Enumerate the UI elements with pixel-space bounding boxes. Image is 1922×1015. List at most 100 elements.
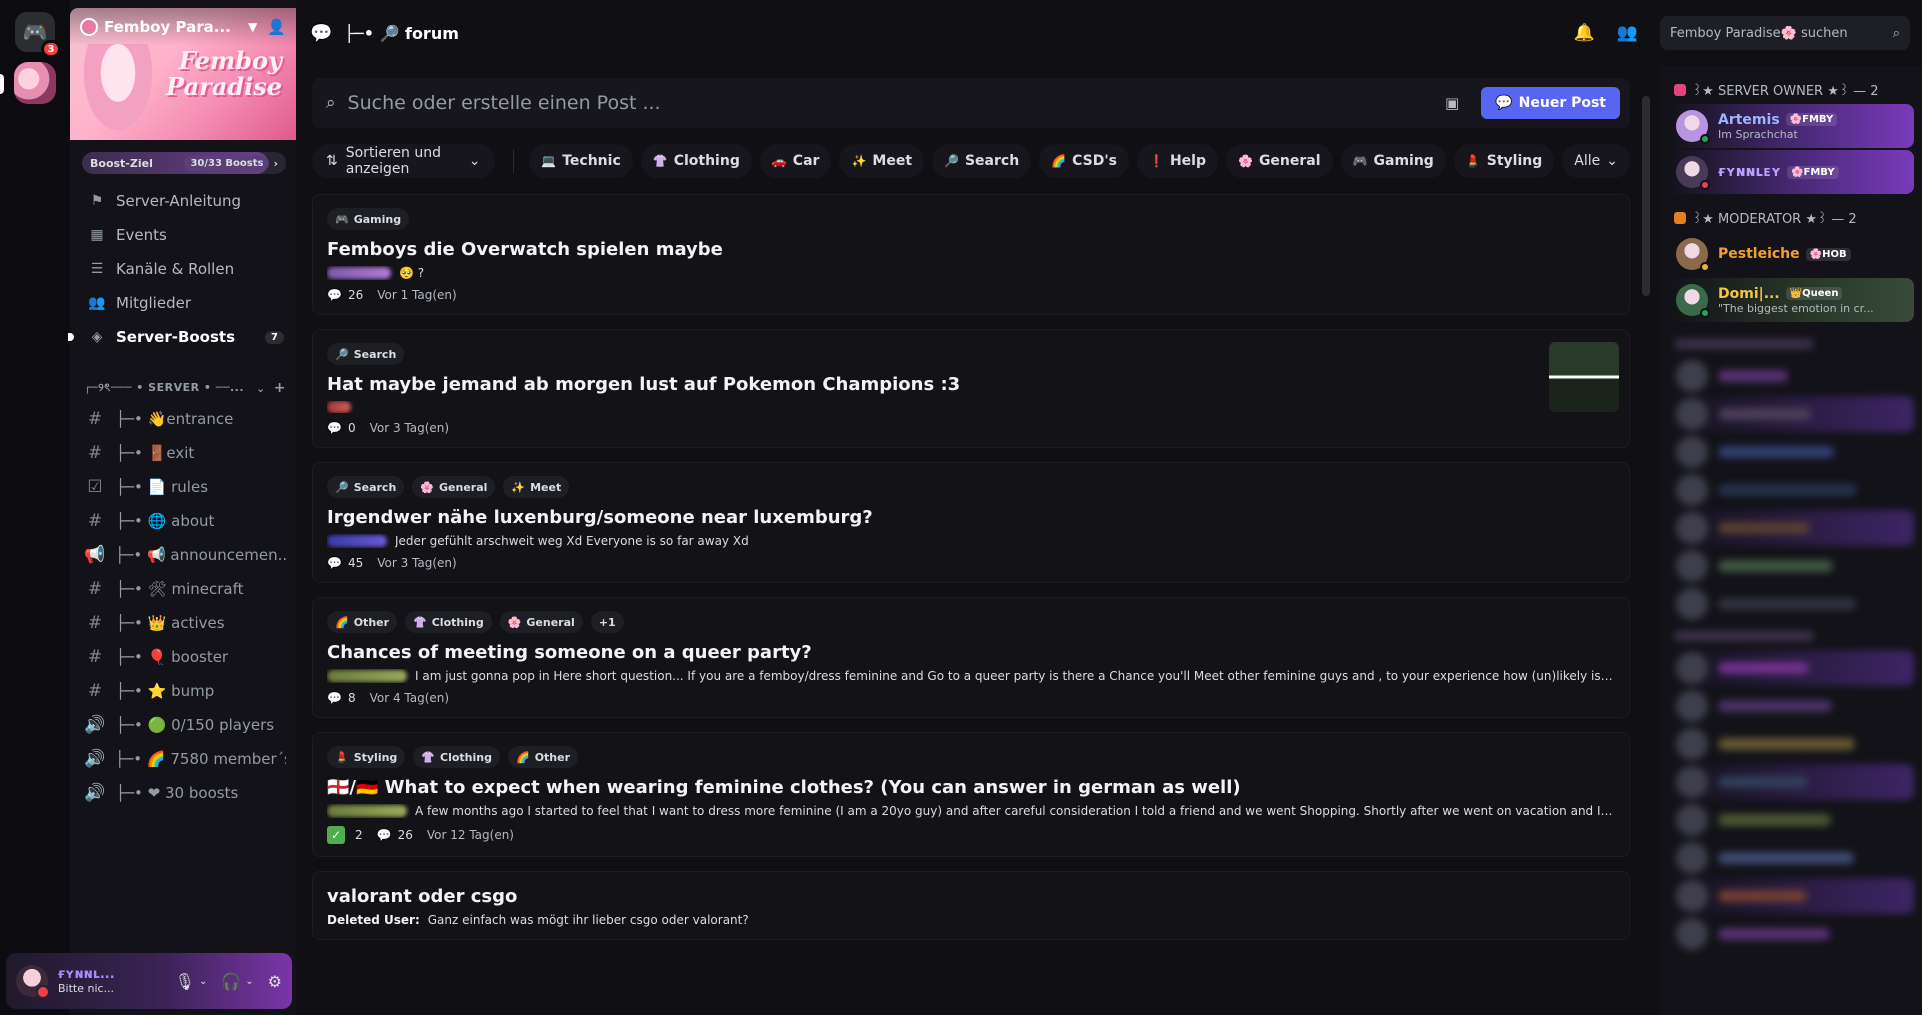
obscured-member[interactable]	[1668, 764, 1914, 800]
channel-item[interactable]: # ├─• 🎈 booster	[70, 640, 296, 674]
scrollbar-thumb[interactable]	[1642, 96, 1650, 296]
filter-tag-search[interactable]: 🔎 Search	[932, 144, 1032, 178]
boost-goal-bar[interactable]: Boost-Ziel 30/33 Boosts ›	[82, 152, 286, 174]
nav-server-boosts[interactable]: ◈ Server-Boosts 7	[68, 320, 296, 354]
new-post-button[interactable]: 💬 Neuer Post	[1481, 87, 1620, 119]
obscured-member[interactable]	[1668, 586, 1914, 622]
post-title[interactable]: 🏴󠁧󠁢󠁥󠁮󠁧󠁿/🇩🇪 What to expect when wearing f…	[327, 777, 1615, 798]
forum-post[interactable]: 🎮 Gaming Femboys die Overwatch spielen may…	[312, 194, 1630, 315]
user-avatar[interactable]	[16, 965, 50, 999]
obscured-member[interactable]	[1668, 726, 1914, 762]
member-avatar[interactable]	[1676, 284, 1710, 318]
post-title[interactable]: valorant oder csgo	[327, 886, 1615, 907]
server-icon-femboy-paradise[interactable]	[0, 62, 56, 104]
filter-tag-help[interactable]: ❗ Help	[1136, 144, 1218, 178]
obscured-member[interactable]	[1668, 548, 1914, 584]
bell-icon[interactable]: 🔔	[1574, 23, 1595, 43]
direct-messages-button[interactable]: 🎮 3	[15, 12, 61, 58]
forum-post[interactable]: 💄 Styling 👚 Clothing 🌈 Other 🏴󠁧󠁢󠁥󠁮󠁧󠁿/🇩🇪 What t…	[312, 732, 1630, 857]
user-identity[interactable]: ғʏɴɴʟ... Bitte nic...	[58, 967, 138, 995]
reaction[interactable]: ✓ 2	[327, 826, 363, 844]
image-gallery-icon[interactable]: ▣	[1445, 94, 1459, 112]
obscured-member[interactable]	[1668, 396, 1914, 432]
server-search-input[interactable]: Femboy Paradise🌸 suchen ⌕	[1660, 16, 1910, 50]
obscured-member[interactable]	[1668, 472, 1914, 508]
filter-tag-car[interactable]: 🚗 Car	[759, 144, 832, 178]
channel-item[interactable]: # ├─• 🚪exit	[70, 436, 296, 470]
search-icon: ⌕	[326, 93, 336, 113]
post-preview: I am just gonna pop in Here short questi…	[327, 669, 1615, 683]
microphone-icon[interactable]: 🎙	[175, 972, 195, 991]
forum-post[interactable]: 🔎 Search Hat maybe jemand ab morgen lust a…	[312, 329, 1630, 448]
post-title[interactable]: Femboys die Overwatch spielen maybe	[327, 239, 1615, 260]
channel-item[interactable]: ☑ ├─• 📄 rules	[70, 470, 296, 504]
member-avatar[interactable]	[1676, 110, 1710, 144]
filter-tag-meet[interactable]: ✨ Meet	[839, 144, 925, 178]
forum-post[interactable]: 🔎 Search 🌸 General ✨ Meet Irgendwer nähe luxen…	[312, 462, 1630, 583]
channel-item[interactable]: # ├─• 🌐 about	[70, 504, 296, 538]
channel-item[interactable]: # ├─• ⭐ bump	[70, 674, 296, 708]
obscured-member[interactable]	[1668, 510, 1914, 546]
channel-item[interactable]: # ├─• 👋entrance	[70, 402, 296, 436]
post-thumbnail[interactable]	[1549, 342, 1619, 412]
channel-item[interactable]: 📢 ├─• 📢 announcemen...	[70, 538, 296, 572]
filter-all-label: Alle	[1574, 153, 1601, 169]
filter-tag-technic[interactable]: 💻 Technic	[529, 144, 633, 178]
nav-events[interactable]: ▦ Events	[70, 218, 296, 252]
add-channel-icon[interactable]: +	[274, 380, 286, 396]
settings-gear-icon[interactable]: ⚙	[268, 972, 282, 991]
filter-tag-csds[interactable]: 🌈 CSD's	[1039, 144, 1129, 178]
scrollbar[interactable]	[1642, 66, 1650, 1015]
member-item[interactable]: Pestleiche 🌸HOB	[1668, 232, 1914, 276]
filter-tag-general[interactable]: 🌸 General	[1225, 144, 1333, 178]
channel-category[interactable]: ┌─୨ৎ─── • SERVER • ──... ⌄ +	[70, 374, 296, 402]
member-item[interactable]: ғʏɴɴʟᴇʏ 🌸FMBY	[1668, 150, 1914, 194]
member-avatar[interactable]	[1676, 238, 1710, 272]
obscured-member[interactable]	[1668, 358, 1914, 394]
channel-item[interactable]: 🔊 ├─• ❤ 30 boosts	[70, 776, 296, 810]
nav-channels-roles[interactable]: ☰ Kanäle & Rollen	[70, 252, 296, 286]
nav-server-guide[interactable]: ⚑ Server-Anleitung	[70, 184, 296, 218]
channel-name: ├─• 🟢 0/150 players	[116, 716, 275, 734]
obscured-member[interactable]	[1668, 916, 1914, 952]
server-banner[interactable]: Femboy Paradise Femboy Para... ▼ 👤	[70, 8, 296, 140]
member-item[interactable]: Artemis 🌸FMBY Im Sprachchat	[1668, 104, 1914, 148]
member-name: ғʏɴɴʟᴇʏ	[1718, 164, 1782, 180]
chevron-down-icon[interactable]: ⌄	[256, 382, 266, 395]
sort-view-button[interactable]: ⇅ Sortieren und anzeigen ⌄	[312, 144, 495, 178]
obscured-member[interactable]	[1668, 688, 1914, 724]
obscured-member[interactable]	[1668, 802, 1914, 838]
tag-emoji-icon: 🎮	[1352, 154, 1368, 168]
obscured-member[interactable]	[1668, 840, 1914, 876]
filter-tag-styling[interactable]: 💄 Styling	[1453, 144, 1555, 178]
filter-tag-clothing[interactable]: 👚 Clothing	[640, 144, 752, 178]
forum-post[interactable]: valorant oder csgo Deleted User: Ganz einf…	[312, 871, 1630, 940]
obscured-member[interactable]	[1668, 878, 1914, 914]
filter-all-dropdown[interactable]: Alle ⌄	[1562, 144, 1630, 178]
post-search-bar[interactable]: ⌕ Suche oder erstelle einen Post ... ▣ 💬…	[312, 78, 1630, 128]
obscured-member[interactable]	[1668, 650, 1914, 686]
chevron-down-icon[interactable]: ⌄	[199, 976, 207, 987]
channel-item[interactable]: 🔊 ├─• 🟢 0/150 players	[70, 708, 296, 742]
obscured-name	[1718, 852, 1854, 864]
channel-item[interactable]: # ├─• 🛠 minecraft	[70, 572, 296, 606]
member-avatar[interactable]	[1676, 156, 1710, 190]
nav-members[interactable]: 👥 Mitglieder	[70, 286, 296, 320]
chevron-down-icon[interactable]: ⌄	[245, 976, 253, 987]
post-title[interactable]: Irgendwer nähe luxenburg/someone near lu…	[327, 507, 1615, 528]
member-list-icon[interactable]: 👥	[1617, 23, 1638, 43]
post-title[interactable]: Chances of meeting someone on a queer pa…	[327, 642, 1615, 663]
obscured-avatar	[1676, 550, 1708, 582]
chevron-down-icon[interactable]: ▼	[248, 20, 257, 34]
channel-item[interactable]: 🔊 ├─• 🌈 7580 member´s	[70, 742, 296, 776]
forum-post[interactable]: 🌈 Other 👚 Clothing 🌸 General +1 Chances of meet…	[312, 597, 1630, 718]
post-title[interactable]: Hat maybe jemand ab morgen lust auf Poke…	[327, 374, 1615, 395]
obscured-member[interactable]	[1668, 434, 1914, 470]
member-item[interactable]: Domi|... 👑Queen "The biggest emotion in cr…	[1668, 278, 1914, 322]
headphones-icon[interactable]: 🎧	[221, 972, 241, 991]
invite-people-icon[interactable]: 👤	[267, 18, 286, 36]
server-header[interactable]: Femboy Para... ▼ 👤	[70, 8, 296, 46]
comment-number: 0	[347, 421, 356, 435]
filter-tag-gaming[interactable]: 🎮 Gaming	[1340, 144, 1446, 178]
channel-item[interactable]: # ├─• 👑 actives	[70, 606, 296, 640]
